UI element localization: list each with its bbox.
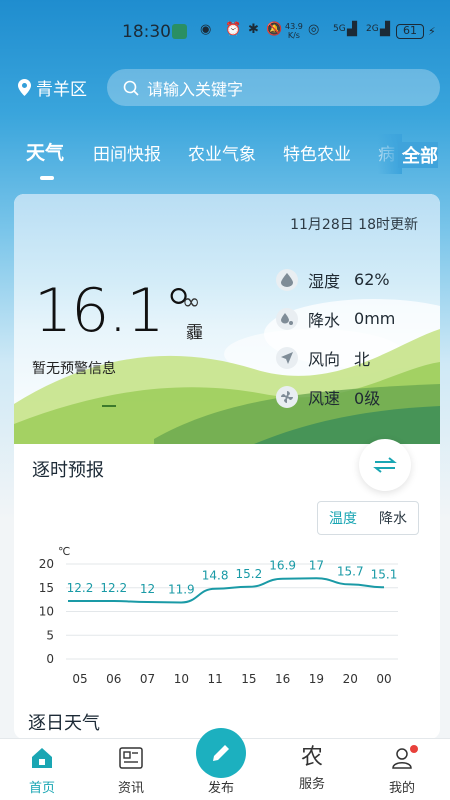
publish-label: 发布	[207, 781, 234, 796]
hotspot-icon: ◎	[308, 22, 320, 37]
x-tick-label: 00	[376, 672, 391, 686]
edit-icon	[213, 745, 229, 761]
humidity-value: 62%	[354, 270, 390, 289]
tab-all-button[interactable]: 全部	[398, 142, 438, 168]
category-tabs: 天气 田间快报 农业气象 特色农业 病 全部	[0, 134, 450, 184]
y-tick-label: 10	[39, 605, 54, 619]
tab-specialty-agriculture[interactable]: 特色农业	[283, 140, 351, 165]
y-unit-label: ℃	[58, 545, 70, 558]
wind-speed-value: 0级	[354, 388, 381, 408]
signal-5g: 5G	[333, 24, 346, 34]
tab-field-report[interactable]: 田间快报	[93, 140, 161, 165]
nav-news[interactable]: 资讯	[101, 747, 161, 796]
signal-icon-2: ▟	[380, 22, 390, 37]
location-pin-icon	[18, 78, 31, 96]
signal-icon: ▟	[347, 22, 357, 37]
home-icon	[32, 748, 52, 768]
app-notification-icon	[172, 24, 187, 39]
weather-card: 11月28日 18时更新 16.1° ∞ 霾 暂无预警信息 湿度 62% 降水 …	[14, 194, 440, 739]
temperature-data-label: 14.8	[202, 569, 229, 583]
alarm-icon: ⏰	[225, 22, 242, 37]
signal-2g: 2G	[366, 24, 379, 34]
weather-condition: 霾	[186, 323, 203, 343]
wind-direction-icon	[276, 346, 298, 369]
y-tick-label: 15	[39, 581, 54, 595]
y-tick-label: 5	[46, 628, 54, 642]
temperature-data-label: 16.9	[269, 559, 296, 573]
service-icon: 农	[300, 745, 323, 770]
nav-service[interactable]: 农 服务	[282, 745, 342, 793]
search-input[interactable]: 请输入关键字	[107, 69, 440, 106]
active-tab-indicator	[40, 176, 54, 180]
x-tick-label: 05	[72, 672, 87, 686]
temperature-data-label: 12.2	[100, 581, 127, 595]
metric-wind-speed: 风速 0级	[276, 377, 395, 416]
status-bar: 18:30 ◉ ⏰ ✱ 🔕 43.9 K/s ◎ 5G ▟ 2G ▟ 61 ⚡	[0, 0, 450, 64]
hourly-temperature-chart: ℃0510152012.20512.206120711.91014.81115.…	[39, 545, 398, 686]
network-speed: 43.9 K/s	[285, 22, 303, 40]
temperature-data-label: 12.2	[67, 581, 94, 595]
metric-precipitation: 降水 0mm	[276, 299, 395, 338]
nav-mine[interactable]: 我的	[372, 747, 432, 796]
warning-status: 暂无预警信息	[32, 361, 116, 377]
x-tick-label: 06	[106, 672, 121, 686]
notification-dot	[410, 745, 418, 753]
x-tick-label: 15	[241, 672, 256, 686]
tab-agri-meteorology[interactable]: 农业气象	[188, 140, 256, 165]
wind-direction-value: 北	[354, 349, 371, 369]
weather-hero: 11月28日 18时更新 16.1° ∞ 霾 暂无预警信息 湿度 62% 降水 …	[14, 194, 440, 444]
x-tick-label: 07	[140, 672, 155, 686]
haze-icon: ∞	[182, 290, 201, 315]
x-tick-label: 10	[174, 672, 189, 686]
humidity-icon	[276, 268, 298, 291]
y-tick-label: 0	[46, 652, 54, 666]
hourly-forecast-title: 逐时预报	[32, 460, 104, 481]
current-temperature: 16.1°	[34, 276, 194, 346]
x-tick-label: 20	[343, 672, 358, 686]
x-tick-label: 16	[275, 672, 290, 686]
charging-icon: ⚡	[428, 25, 436, 38]
temperature-data-label: 11.9	[168, 582, 195, 596]
precipitation-icon	[276, 307, 298, 330]
wind-speed-icon	[276, 385, 298, 408]
status-time: 18:30	[122, 22, 171, 42]
location-selector[interactable]: 青羊区	[18, 75, 87, 100]
publish-button[interactable]	[196, 728, 246, 778]
nav-home[interactable]: 首页	[12, 747, 72, 796]
y-tick-label: 20	[39, 557, 54, 571]
temperature-data-label: 15.1	[371, 567, 398, 581]
weather-metrics: 湿度 62% 降水 0mm 风向 北 风速 0级	[276, 260, 395, 416]
metric-wind-direction: 风向 北	[276, 338, 395, 377]
x-tick-label: 11	[207, 672, 222, 686]
search-icon	[123, 80, 139, 96]
location-label: 青羊区	[36, 79, 87, 100]
temperature-data-label: 15.2	[236, 567, 263, 581]
swap-arrows-icon	[373, 457, 397, 473]
news-icon	[119, 747, 143, 769]
update-time: 11月28日 18时更新	[290, 217, 418, 233]
temperature-data-label: 15.7	[337, 564, 364, 578]
temperature-data-label: 12	[140, 582, 155, 596]
bluetooth-icon: ✱	[248, 22, 259, 37]
swap-view-button[interactable]	[359, 439, 411, 491]
tab-weather[interactable]: 天气	[26, 138, 64, 165]
metric-humidity: 湿度 62%	[276, 260, 395, 299]
daily-forecast-title: 逐日天气	[28, 713, 100, 734]
mute-icon: 🔕	[266, 22, 283, 37]
battery-indicator: 61	[396, 24, 424, 39]
temperature-data-label: 17	[309, 558, 324, 572]
toggle-temperature[interactable]: 温度	[318, 502, 368, 534]
precipitation-value: 0mm	[354, 309, 396, 328]
toggle-precipitation[interactable]: 降水	[368, 502, 418, 534]
search-placeholder: 请输入关键字	[147, 79, 244, 99]
eye-icon: ◉	[200, 22, 212, 37]
chart-mode-toggle: 温度 降水	[317, 501, 419, 535]
x-tick-label: 19	[309, 672, 324, 686]
